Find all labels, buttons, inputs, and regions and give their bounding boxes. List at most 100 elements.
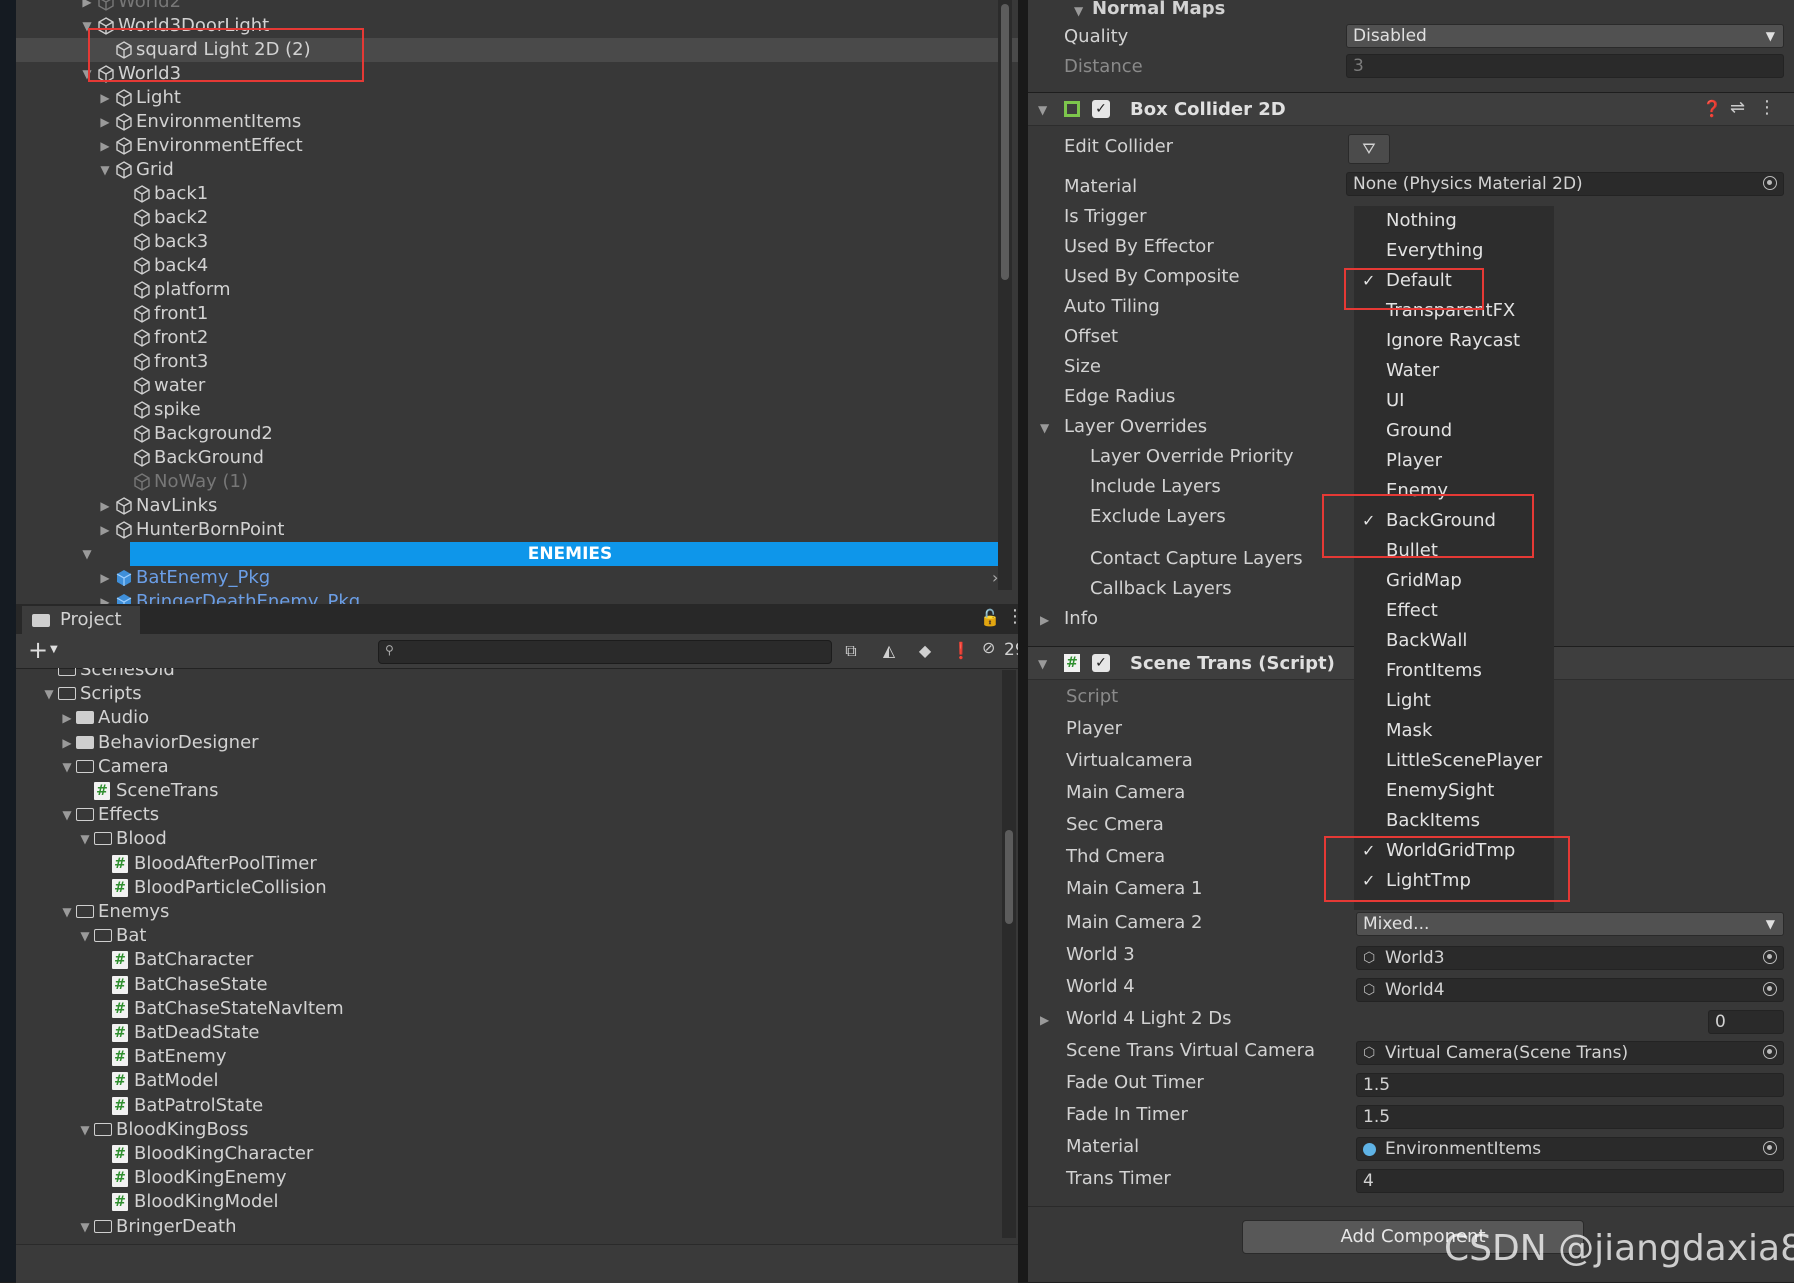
foldout-open-icon[interactable]: ▼ — [98, 158, 112, 182]
quality-dropdown[interactable]: Disabled ▼ — [1346, 24, 1784, 48]
box-collider-2d-header[interactable]: ▼ ✓ Box Collider 2D ❓ ⇌ ⋮ — [1028, 92, 1794, 126]
world-4-light-2ds-size-field[interactable]: 0 — [1708, 1010, 1784, 1034]
object-picker-icon[interactable] — [1763, 982, 1777, 996]
foldout-open-icon[interactable]: ▼ — [78, 1118, 92, 1142]
foldout-closed-icon[interactable]: ▶ — [98, 110, 112, 134]
project-item[interactable]: # BloodParticleCollision — [16, 876, 1006, 900]
project-item[interactable]: ▶ Audio — [16, 706, 1006, 730]
foldout-open-icon[interactable]: ▼ — [78, 827, 92, 851]
hierarchy-item[interactable]: ▼ Grid — [16, 158, 1018, 182]
hierarchy-item[interactable]: front1 — [16, 302, 1018, 326]
project-item[interactable]: ▼ BringerDeath — [16, 1215, 1006, 1239]
hierarchy-item[interactable]: ▶ BatEnemy_Pkg — [16, 566, 1018, 590]
foldout-open-icon[interactable]: ▼ — [60, 900, 74, 924]
hierarchy-item[interactable]: ▶ World2 — [16, 0, 1018, 14]
object-picker-icon[interactable] — [1763, 1045, 1777, 1059]
foldout-closed-icon[interactable]: ▶ — [98, 134, 112, 158]
foldout-open-icon[interactable]: ▼ — [1038, 657, 1047, 671]
edit-collider-button[interactable]: ⛛ — [1348, 134, 1390, 164]
scene-trans-field-label[interactable]: World 4 Light 2 Ds — [1066, 1008, 1232, 1029]
project-item[interactable]: # BatCharacter — [16, 948, 1006, 972]
project-item[interactable]: ▼ Effects — [16, 803, 1006, 827]
world-4-field[interactable]: ⬡ World4 — [1356, 978, 1784, 1002]
project-item[interactable]: # BatPatrolState — [16, 1094, 1006, 1118]
foldout-open-icon[interactable]: ▼ — [1038, 103, 1047, 117]
fade-in-timer-field[interactable]: 1.5 — [1356, 1105, 1784, 1129]
box-collider-field-label[interactable]: Info — [1064, 608, 1098, 629]
layer-menu-item[interactable]: Effect — [1354, 596, 1554, 626]
normal-maps-header[interactable]: Normal Maps — [1092, 0, 1225, 19]
foldout-open-icon[interactable]: ▼ — [60, 803, 74, 827]
hierarchy-item[interactable]: ▶ EnvironmentItems — [16, 110, 1018, 134]
panel-divider[interactable] — [1018, 0, 1028, 1282]
foldout-open-icon[interactable]: ▼ — [1074, 4, 1083, 18]
filter-by-label-icon[interactable]: ◆ — [912, 638, 938, 664]
project-item[interactable]: # BatEnemy — [16, 1045, 1006, 1069]
scroll-right-arrow-icon[interactable]: › — [992, 568, 998, 587]
layer-menu-item[interactable]: Player — [1354, 446, 1554, 476]
project-scrollbar-thumb[interactable] — [1005, 830, 1013, 924]
foldout-closed-icon[interactable]: ▶ — [1040, 1013, 1049, 1027]
layer-menu-item[interactable]: GridMap — [1354, 566, 1554, 596]
foldout-open-icon[interactable]: ▼ — [78, 1215, 92, 1239]
hierarchy-item[interactable]: ▶ Light — [16, 86, 1018, 110]
scene-trans-virtual-camera-field[interactable]: ⬡ Virtual Camera(Scene Trans) — [1356, 1041, 1784, 1065]
tab-project[interactable]: Project — [22, 606, 140, 634]
layer-menu-item[interactable]: Everything — [1354, 236, 1554, 266]
trans-timer-field[interactable]: 4 — [1356, 1169, 1784, 1193]
hierarchy-item[interactable]: water — [16, 374, 1018, 398]
foldout-closed-icon[interactable]: ▶ — [98, 590, 112, 604]
project-item[interactable]: ▼ Blood — [16, 827, 1006, 851]
foldout-closed-icon[interactable]: ▶ — [80, 0, 94, 14]
project-item[interactable]: # BloodKingEnemy — [16, 1166, 1006, 1190]
project-item[interactable]: ▼ BloodKingBoss — [16, 1118, 1006, 1142]
foldout-open-icon[interactable]: ▼ — [80, 542, 94, 566]
create-button[interactable]: + — [28, 636, 48, 664]
layer-menu-item[interactable]: BackItems — [1354, 806, 1554, 836]
layer-menu-item[interactable]: FrontItems — [1354, 656, 1554, 686]
search-by-type-icon[interactable]: ⧉ — [838, 638, 864, 664]
presets-icon[interactable]: ⇌ — [1730, 97, 1745, 118]
layer-menu-item[interactable]: UI — [1354, 386, 1554, 416]
project-item[interactable]: # BatModel — [16, 1069, 1006, 1093]
foldout-closed-icon[interactable]: ▶ — [98, 518, 112, 542]
hierarchy-item[interactable]: front2 — [16, 326, 1018, 350]
project-item[interactable]: # BatDeadState — [16, 1021, 1006, 1045]
project-item[interactable]: # BloodAfterPoolTimer — [16, 852, 1006, 876]
hierarchy-item[interactable]: spike — [16, 398, 1018, 422]
distance-field[interactable]: 3 — [1346, 54, 1784, 78]
hierarchy-scrollbar[interactable] — [998, 0, 1012, 590]
layer-menu-item[interactable]: Mask — [1354, 716, 1554, 746]
log-types-icon[interactable]: ❗ — [948, 638, 974, 664]
material-field[interactable]: None (Physics Material 2D) — [1346, 172, 1784, 196]
hidden-packages-icon[interactable]: ⊘ — [982, 638, 995, 657]
project-item[interactable]: # SceneTrans — [16, 779, 1006, 803]
foldout-closed-icon[interactable]: ▶ — [60, 731, 74, 755]
box-collider-field-label[interactable]: Layer Overrides — [1064, 416, 1207, 437]
hierarchy-item[interactable]: Background2 — [16, 422, 1018, 446]
hierarchy-scrollbar-thumb[interactable] — [1001, 4, 1009, 280]
project-item[interactable]: ScenesOld — [16, 668, 1006, 682]
hierarchy-item[interactable]: BackGround — [16, 446, 1018, 470]
project-item[interactable]: ▼ Bat — [16, 924, 1006, 948]
help-icon[interactable]: ❓ — [1702, 99, 1722, 118]
hierarchy-item[interactable]: ▶ EnvironmentEffect — [16, 134, 1018, 158]
hierarchy-item[interactable]: back2 — [16, 206, 1018, 230]
search-input[interactable]: ⚲ — [378, 640, 832, 664]
hierarchy-item[interactable]: back1 — [16, 182, 1018, 206]
object-picker-icon[interactable] — [1763, 176, 1777, 190]
foldout-open-icon[interactable]: ▼ — [78, 924, 92, 948]
layer-menu-item[interactable]: EnemySight — [1354, 776, 1554, 806]
hierarchy-item[interactable]: ▶ HunterBornPoint — [16, 518, 1018, 542]
hierarchy-item[interactable]: front3 — [16, 350, 1018, 374]
layer-menu-item[interactable]: Nothing — [1354, 206, 1554, 236]
project-item[interactable]: # BatChaseState — [16, 973, 1006, 997]
hierarchy-item[interactable]: platform — [16, 278, 1018, 302]
layer-menu-item[interactable]: LittleScenePlayer — [1354, 746, 1554, 776]
foldout-closed-icon[interactable]: ▶ — [60, 706, 74, 730]
foldout-closed-icon[interactable]: ▶ — [98, 86, 112, 110]
hierarchy-item[interactable]: back4 — [16, 254, 1018, 278]
scene-trans-material-field[interactable]: EnvironmentItems — [1356, 1137, 1784, 1161]
hierarchy-item-enemies-selected[interactable]: ENEMIES — [130, 542, 1010, 566]
world-3-field[interactable]: ⬡ World3 — [1356, 946, 1784, 970]
